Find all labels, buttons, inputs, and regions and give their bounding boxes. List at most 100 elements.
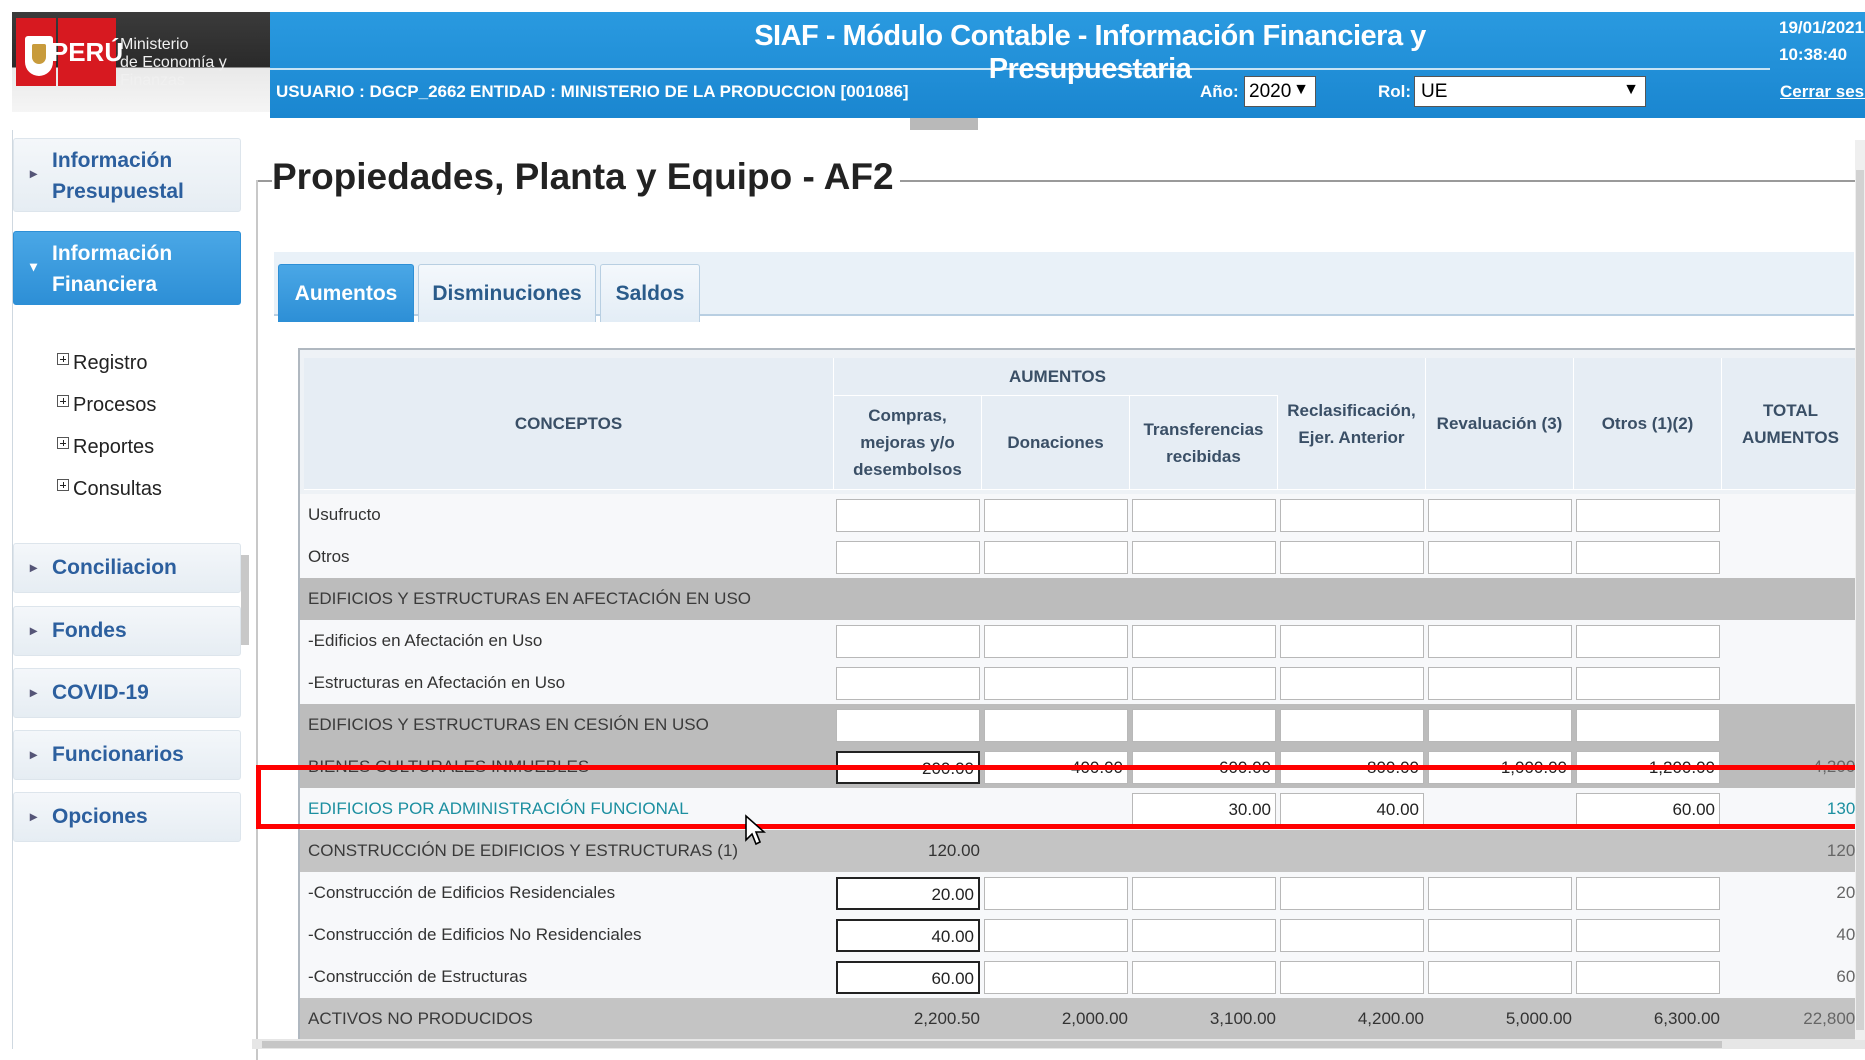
row-label: -Construcción de Edificios Residenciales bbox=[308, 883, 616, 902]
amount-input[interactable] bbox=[1576, 877, 1720, 910]
table-row: -Construcción de Edificios Residenciales… bbox=[300, 872, 1858, 914]
sidebar-item-opciones[interactable]: ▸ Opciones bbox=[13, 792, 241, 842]
rol-select[interactable]: UE ▼ bbox=[1414, 76, 1646, 107]
expand-tree-icon[interactable] bbox=[57, 479, 69, 491]
amount-input[interactable] bbox=[836, 541, 980, 574]
row-label: EDIFICIOS Y ESTRUCTURAS EN CESIÓN EN USO bbox=[308, 715, 709, 734]
sidebar-item-informacion-financiera[interactable]: ▾ Información Financiera bbox=[13, 231, 241, 305]
horizontal-scrollbar-thumb[interactable] bbox=[262, 1041, 1722, 1048]
splitter-handle[interactable] bbox=[910, 118, 978, 130]
amount-input[interactable] bbox=[1428, 961, 1572, 994]
table-row: -Construcción de Edificios No Residencia… bbox=[300, 914, 1858, 956]
tab-aumentos[interactable]: Aumentos bbox=[278, 264, 414, 322]
amount-input[interactable] bbox=[1280, 541, 1424, 574]
amount-input[interactable] bbox=[1132, 499, 1276, 532]
amount-input[interactable] bbox=[1132, 919, 1276, 952]
fieldset-border-left bbox=[256, 180, 258, 1060]
amount-input[interactable] bbox=[1576, 919, 1720, 952]
tree-item-registro[interactable]: Registro bbox=[57, 352, 147, 375]
amount-input[interactable] bbox=[984, 961, 1128, 994]
amount-input[interactable] bbox=[1280, 625, 1424, 658]
cell-value: 2,000.00 bbox=[1061, 1009, 1128, 1028]
sidebar-item-funcionarios[interactable]: ▸ Funcionarios bbox=[13, 730, 241, 780]
amount-input[interactable] bbox=[1576, 541, 1720, 574]
amount-input[interactable] bbox=[984, 499, 1128, 532]
sidebar-item-conciliacion[interactable]: ▸ Conciliacion bbox=[13, 543, 241, 593]
amount-input[interactable] bbox=[984, 667, 1128, 700]
amount-input[interactable] bbox=[1428, 667, 1572, 700]
chevron-right-icon: ▸ bbox=[30, 684, 38, 700]
row-label: CONSTRUCCIÓN DE EDIFICIOS Y ESTRUCTURAS … bbox=[308, 841, 739, 860]
amount-input[interactable] bbox=[1576, 667, 1720, 700]
tree-item-consultas[interactable]: Consultas bbox=[57, 478, 162, 501]
vertical-scrollbar-thumb[interactable] bbox=[1856, 170, 1864, 1030]
tab-disminuciones[interactable]: Disminuciones bbox=[418, 264, 596, 322]
sidebar-item-informacion-presupuestal[interactable]: ▸ Información Presupuestal bbox=[13, 138, 241, 212]
header-aumentos-group: AUMENTOS bbox=[834, 358, 1282, 396]
row-total: 40. bbox=[1836, 925, 1858, 944]
row-total bbox=[1724, 704, 1858, 746]
amount-input[interactable] bbox=[1576, 625, 1720, 658]
row-label: ACTIVOS NO PRODUCIDOS bbox=[308, 1009, 533, 1028]
sidebar-item-covid-19[interactable]: ▸ COVID-19 bbox=[13, 668, 241, 718]
tree-item-procesos[interactable]: Procesos bbox=[57, 394, 156, 417]
amount-input[interactable] bbox=[1576, 961, 1720, 994]
amount-input[interactable] bbox=[1428, 709, 1572, 742]
amount-input[interactable] bbox=[1132, 541, 1276, 574]
amount-input[interactable] bbox=[836, 625, 980, 658]
amount-input[interactable] bbox=[1280, 709, 1424, 742]
amount-input[interactable] bbox=[984, 709, 1128, 742]
amount-input[interactable] bbox=[1280, 877, 1424, 910]
expand-tree-icon[interactable] bbox=[57, 437, 69, 449]
amount-input[interactable] bbox=[1428, 877, 1572, 910]
amount-input[interactable] bbox=[1132, 625, 1276, 658]
logout-link[interactable]: Cerrar sesión bbox=[1780, 82, 1865, 102]
amount-input[interactable] bbox=[984, 877, 1128, 910]
amount-input[interactable] bbox=[836, 499, 980, 532]
expand-tree-icon[interactable] bbox=[57, 395, 69, 407]
amount-input[interactable] bbox=[1280, 499, 1424, 532]
tree-item-reportes[interactable]: Reportes bbox=[57, 436, 154, 459]
amount-input[interactable] bbox=[1576, 709, 1720, 742]
row-label: -Construcción de Estructuras bbox=[308, 967, 528, 986]
sidebar-item-label: Financiera bbox=[52, 273, 158, 296]
amount-input[interactable] bbox=[1428, 919, 1572, 952]
tree-item-label: Procesos bbox=[73, 394, 157, 416]
amount-input[interactable]: 20.00 bbox=[836, 877, 980, 910]
sidebar-item-label: Información bbox=[52, 149, 173, 172]
amount-input[interactable]: 40.00 bbox=[836, 919, 980, 952]
sidebar-scrollbar[interactable] bbox=[241, 555, 249, 645]
row-total: 60. bbox=[1836, 967, 1858, 986]
sidebar-item-fondes[interactable]: ▸ Fondes bbox=[13, 606, 241, 656]
amount-input[interactable] bbox=[1132, 877, 1276, 910]
amount-input[interactable] bbox=[1132, 961, 1276, 994]
amount-input[interactable] bbox=[836, 667, 980, 700]
amount-input[interactable] bbox=[1576, 499, 1720, 532]
amount-input[interactable] bbox=[836, 709, 980, 742]
row-label: -Estructuras en Afectación en Uso bbox=[308, 673, 566, 692]
tab-saldos[interactable]: Saldos bbox=[600, 264, 700, 322]
amount-input[interactable] bbox=[1428, 625, 1572, 658]
amount-input[interactable] bbox=[1428, 499, 1572, 532]
amount-input[interactable]: 60.00 bbox=[836, 961, 980, 994]
amount-input[interactable] bbox=[1280, 667, 1424, 700]
amount-input[interactable] bbox=[1428, 541, 1572, 574]
amount-input[interactable] bbox=[984, 919, 1128, 952]
amount-input[interactable] bbox=[1132, 709, 1276, 742]
expand-tree-icon[interactable] bbox=[57, 353, 69, 365]
table-row: Usufructo bbox=[300, 494, 1858, 536]
amount-input[interactable] bbox=[984, 625, 1128, 658]
header-compras: Compras, mejoras y/o desembolsos bbox=[834, 396, 982, 490]
logo-ministry-text: Ministerio de Economía y Finanzas bbox=[120, 36, 270, 90]
chevron-down-icon: ▼ bbox=[1293, 81, 1309, 98]
tree-item-label: Reportes bbox=[73, 436, 155, 458]
row-total bbox=[1724, 662, 1858, 704]
year-select[interactable]: 2020 ▼ bbox=[1244, 76, 1316, 107]
af2-table: CONCEPTOS AUMENTOS Compras, mejoras y/o de… bbox=[298, 348, 1858, 1048]
amount-input[interactable] bbox=[1280, 961, 1424, 994]
amount-input[interactable] bbox=[1132, 667, 1276, 700]
tree-item-label: Registro bbox=[73, 352, 148, 374]
amount-input[interactable] bbox=[984, 541, 1128, 574]
amount-input[interactable] bbox=[1280, 919, 1424, 952]
header-transferencias: Transferencias recibidas bbox=[1130, 396, 1278, 490]
